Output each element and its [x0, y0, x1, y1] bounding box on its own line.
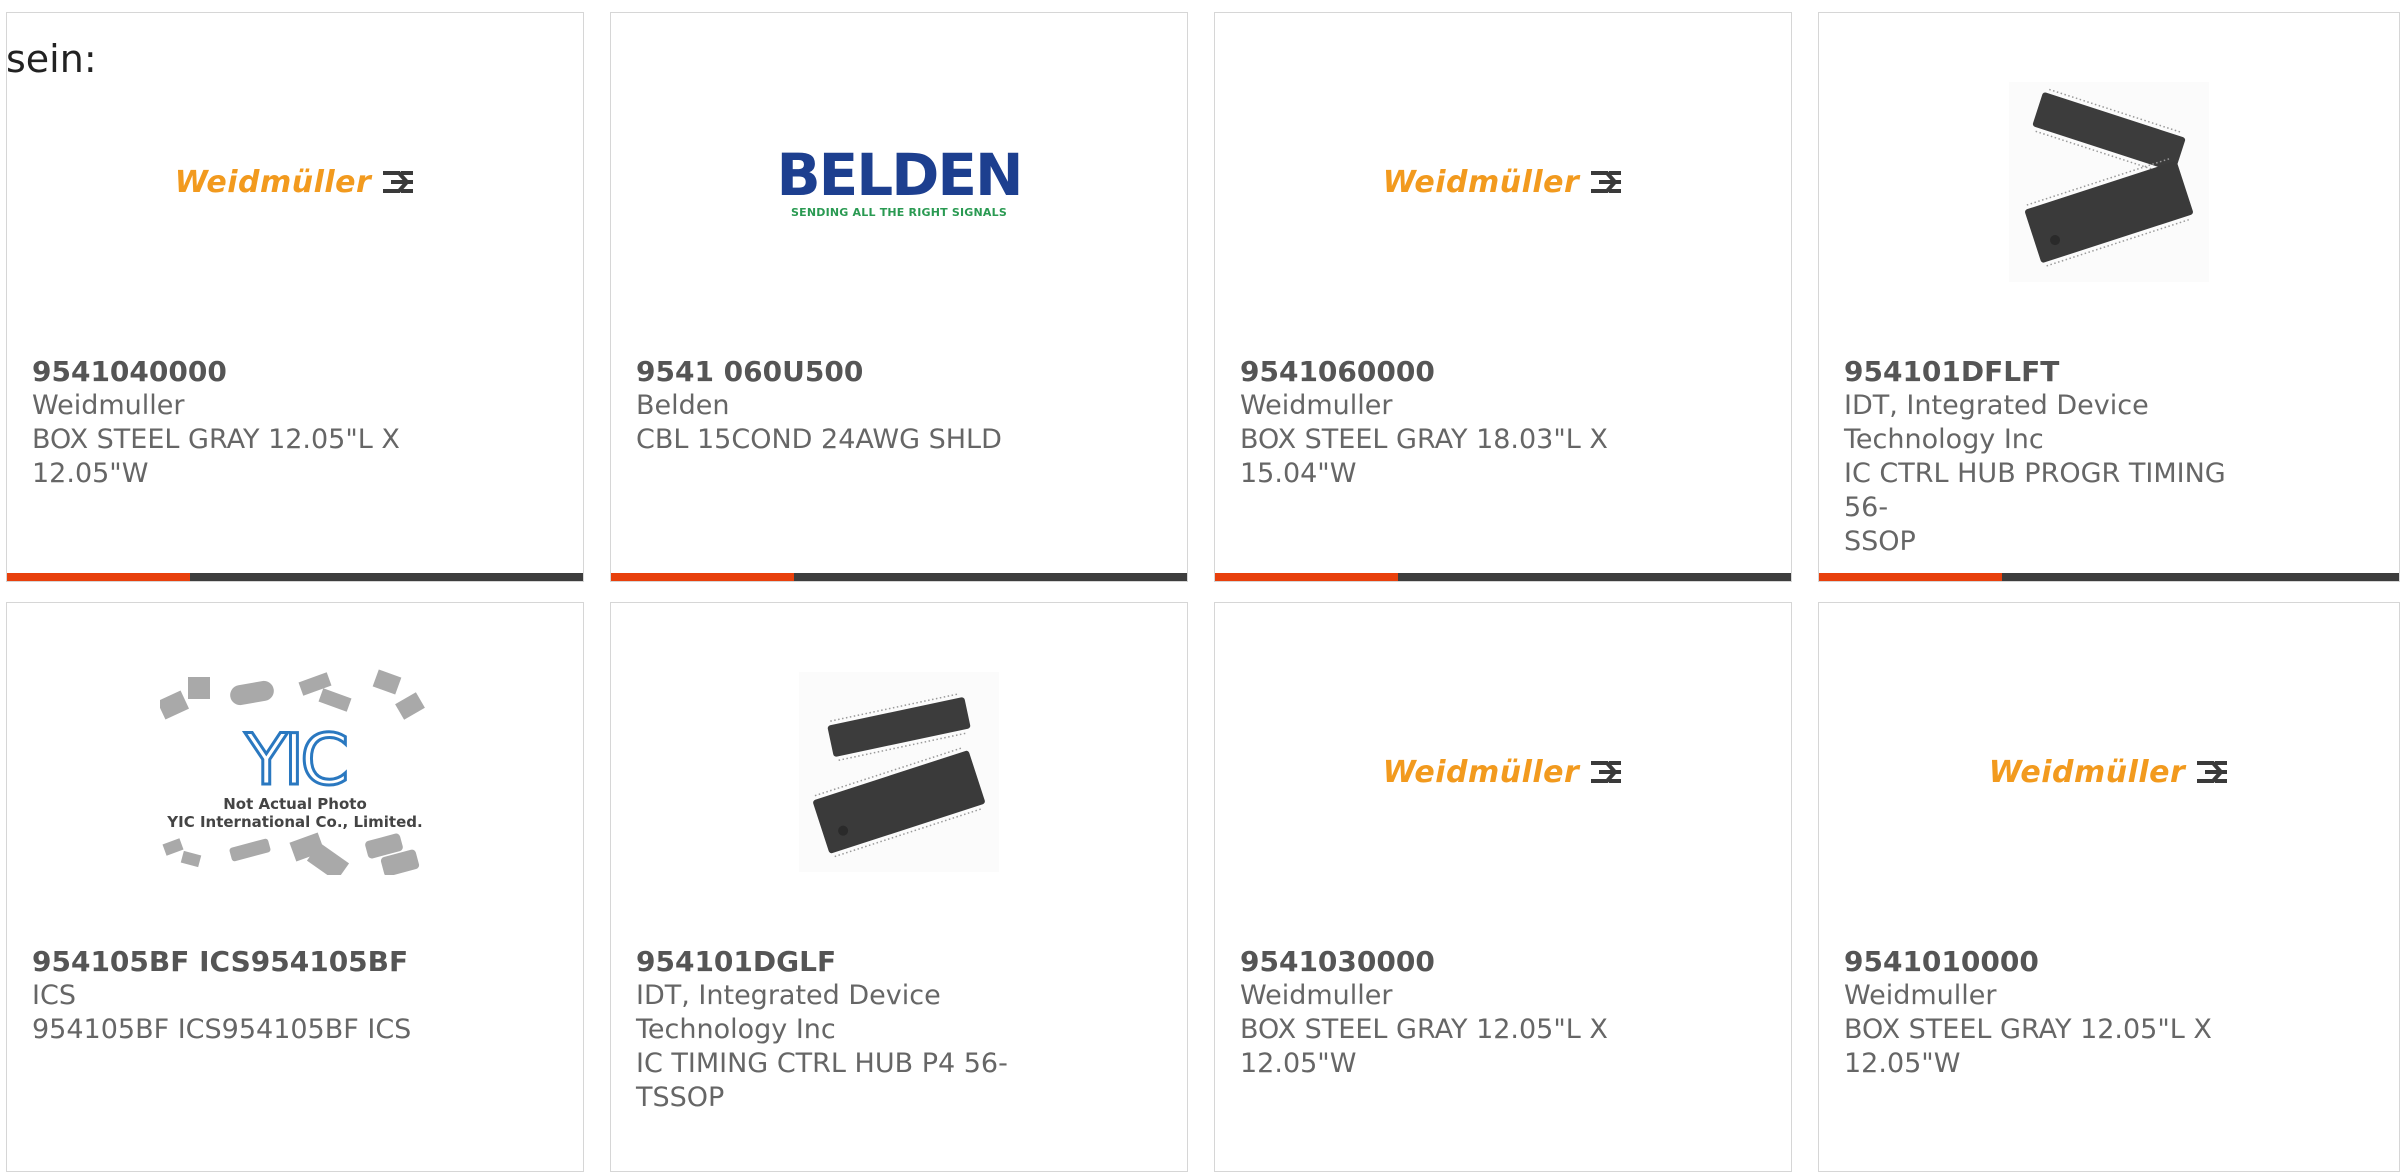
- product-image[interactable]: Weidmüller: [1819, 603, 2399, 941]
- part-number[interactable]: 9541030000: [1240, 945, 1660, 979]
- description-line: BOX STEEL GRAY 12.05"L X: [32, 424, 400, 455]
- description-line: 12.05"W: [32, 458, 149, 489]
- weidmuller-logo: Weidmüller: [175, 165, 416, 200]
- ic-chip-photo: [2009, 82, 2209, 282]
- chip-packages-icon: [162, 832, 420, 875]
- heading-fragment: sein:: [6, 37, 97, 81]
- part-number[interactable]: 954105BF ICS954105BF: [32, 945, 452, 979]
- card-bottom-bar: [611, 573, 1187, 581]
- description-line: 12.05"W: [1844, 1048, 1961, 1079]
- description-line: BOX STEEL GRAY 12.05"L X: [1240, 1014, 1608, 1045]
- weidmuller-logo: Weidmüller: [1383, 755, 1624, 790]
- card-bottom-bar: [1819, 573, 2399, 581]
- weidmuller-logo: Weidmüller: [1989, 755, 2230, 790]
- description-line: IC TIMING CTRL HUB P4 56-: [636, 1048, 1008, 1079]
- product-card[interactable]: YIC Not Actual Photo YIC International C…: [6, 602, 584, 1172]
- product-image[interactable]: [611, 603, 1187, 941]
- part-number[interactable]: 9541040000: [32, 355, 452, 389]
- weidmuller-logo: Weidmüller: [1383, 165, 1624, 200]
- part-number[interactable]: 9541010000: [1844, 945, 2264, 979]
- description-line: IC CTRL HUB PROGR TIMING 56-: [1844, 458, 2226, 523]
- product-card[interactable]: 954101DGLF IDT, Integrated Device Techno…: [610, 602, 1188, 1172]
- manufacturer: IDT, Integrated Device: [1844, 390, 2149, 421]
- product-card[interactable]: BELDEN SENDING ALL THE RIGHT SIGNALS 954…: [610, 12, 1188, 582]
- product-card[interactable]: 954101DFLFT IDT, Integrated Device Techn…: [1818, 12, 2400, 582]
- part-number[interactable]: 954101DFLFT: [1844, 355, 2264, 389]
- manufacturer: Weidmuller: [1240, 390, 1393, 421]
- manufacturer: Belden: [636, 390, 730, 421]
- manufacturer: ICS: [32, 980, 76, 1011]
- manufacturer: Weidmuller: [32, 390, 185, 421]
- description-line: SSOP: [1844, 526, 1916, 557]
- product-image[interactable]: BELDEN SENDING ALL THE RIGHT SIGNALS: [611, 13, 1187, 351]
- product-card[interactable]: Weidmüller 9541030000 Weidmuller BOX STE…: [1214, 602, 1792, 1172]
- product-image[interactable]: [1819, 13, 2399, 351]
- description-line: 954105BF ICS954105BF ICS: [32, 1014, 412, 1045]
- product-card[interactable]: Weidmüller 9541060000 Weidmuller BOX STE…: [1214, 12, 1792, 582]
- manufacturer: Technology Inc: [636, 1014, 836, 1045]
- card-bottom-bar: [7, 573, 583, 581]
- description-line: 12.05"W: [1240, 1048, 1357, 1079]
- product-card[interactable]: Weidmüller 9541010000 Weidmuller BOX STE…: [1818, 602, 2400, 1172]
- description-line: BOX STEEL GRAY 18.03"L X: [1240, 424, 1608, 455]
- yic-placeholder-image: YIC Not Actual Photo YIC International C…: [160, 669, 430, 875]
- product-card[interactable]: Weidmüller 9541040000 Weidmuller BOX STE…: [6, 12, 584, 582]
- manufacturer: IDT, Integrated Device: [636, 980, 941, 1011]
- product-image[interactable]: Weidmüller: [1215, 13, 1791, 351]
- part-number[interactable]: 9541060000: [1240, 355, 1660, 389]
- card-bottom-bar: [1215, 573, 1791, 581]
- manufacturer: Weidmuller: [1844, 980, 1997, 1011]
- part-number[interactable]: 954101DGLF: [636, 945, 1056, 979]
- product-grid: Weidmüller 9541040000 Weidmuller BOX STE…: [6, 12, 2400, 1172]
- product-image[interactable]: YIC Not Actual Photo YIC International C…: [7, 603, 583, 941]
- belden-logo: BELDEN SENDING ALL THE RIGHT SIGNALS: [776, 140, 1023, 219]
- description-line: 15.04"W: [1240, 458, 1357, 489]
- description-line: BOX STEEL GRAY 12.05"L X: [1844, 1014, 2212, 1045]
- product-image[interactable]: Weidmüller: [1215, 603, 1791, 941]
- description-line: CBL 15COND 24AWG SHLD: [636, 424, 1002, 455]
- description-line: TSSOP: [636, 1082, 725, 1113]
- part-number[interactable]: 9541 060U500: [636, 355, 1056, 389]
- manufacturer: Weidmuller: [1240, 980, 1393, 1011]
- manufacturer: Technology Inc: [1844, 424, 2044, 455]
- ic-chip-photo: [799, 672, 999, 872]
- chip-packages-icon: [160, 669, 425, 720]
